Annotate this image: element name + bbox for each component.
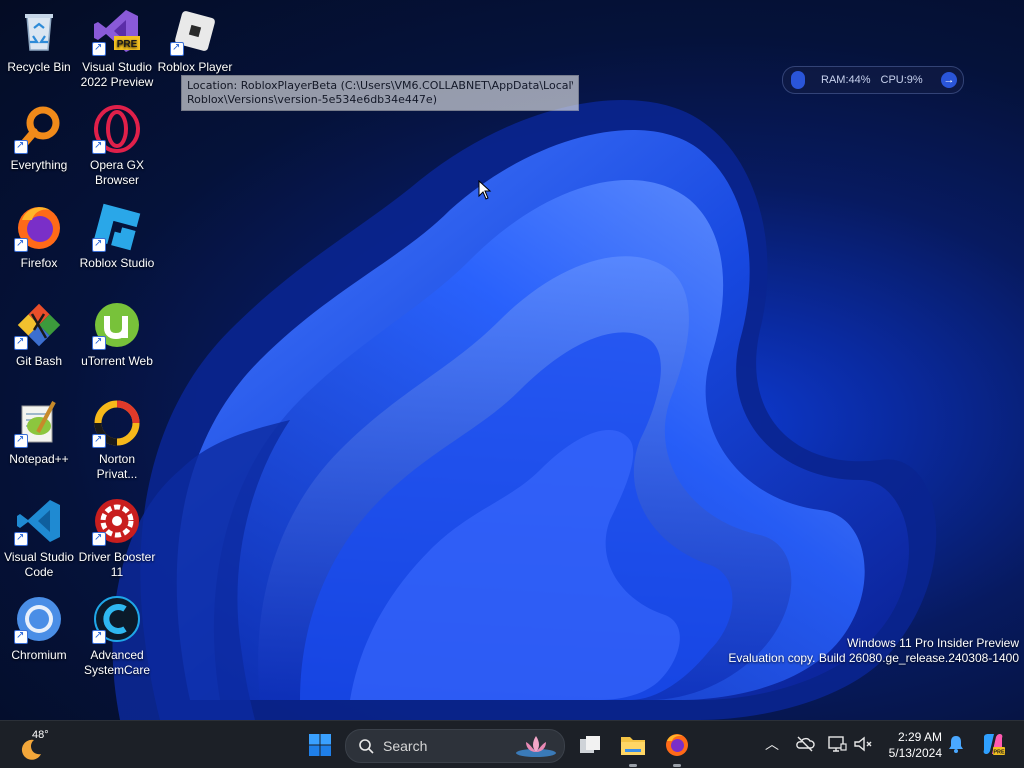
svg-text:PRE: PRE <box>993 750 1005 756</box>
tooltip-line-1: Location: RobloxPlayerBeta (C:\Users\VM6… <box>187 79 573 92</box>
shortcut-location-tooltip: Location: RobloxPlayerBeta (C:\Users\VM6… <box>181 75 579 111</box>
shortcut-arrow-icon <box>92 432 106 448</box>
firefox-icon <box>14 202 64 252</box>
desktop-icon-notepad-plus-plus[interactable]: Notepad++ <box>0 392 78 484</box>
shortcut-arrow-icon <box>14 628 28 644</box>
shortcut-arrow-icon <box>92 40 106 56</box>
copilot-icon[interactable]: PRE <box>980 731 1006 757</box>
desktop-icon-label: Driver Booster 11 <box>78 550 156 579</box>
task-view-icon <box>580 736 600 753</box>
taskbar: 48° Search ︿ 2:29 AM 5/13/2024 PRE <box>0 720 1024 768</box>
tooltip-line-2: Roblox\Versions\version-5e534e6db34e447e… <box>187 93 437 106</box>
desktop-icon-label: Visual Studio Code <box>4 550 74 579</box>
shortcut-arrow-icon <box>14 530 28 546</box>
task-view-button[interactable] <box>572 727 608 763</box>
file-explorer-button[interactable] <box>615 727 651 767</box>
desktop-icon-git-bash[interactable]: Git Bash <box>0 294 78 386</box>
desktop: Recycle Bin PRE Visual Studio 2022 Previ… <box>0 0 1024 720</box>
notification-bell-icon[interactable] <box>945 733 967 755</box>
weather-temperature: 48° <box>32 729 49 741</box>
roblox-studio-icon <box>92 202 142 252</box>
shortcut-arrow-icon <box>14 138 28 154</box>
norton-private-browser-icon <box>92 398 142 448</box>
shortcut-arrow-icon <box>14 334 28 350</box>
volume-muted-icon[interactable] <box>852 733 874 755</box>
cpu-usage: CPU:9% <box>880 74 923 86</box>
desktop-icon-roblox-studio[interactable]: Roblox Studio <box>78 196 156 288</box>
taskbar-clock[interactable]: 2:29 AM 5/13/2024 <box>876 729 942 761</box>
git-bash-icon <box>14 300 64 350</box>
shortcut-arrow-icon <box>92 138 106 154</box>
evaluation-watermark: Windows 11 Pro Insider Preview Evaluatio… <box>728 636 1019 666</box>
arrow-right-icon[interactable]: → <box>941 72 957 88</box>
network-icon[interactable] <box>826 733 848 755</box>
desktop-icon-vscode[interactable]: Visual Studio Code <box>0 490 78 582</box>
windows-logo-icon <box>309 734 331 756</box>
desktop-icon-label: Advanced SystemCare <box>83 648 151 677</box>
mouse-cursor-icon <box>478 180 492 200</box>
desktop-icon-label: Roblox Player <box>157 60 233 74</box>
desktop-icon-advanced-systemcare[interactable]: Advanced SystemCare <box>78 588 156 680</box>
firefox-taskbar-button[interactable] <box>659 727 695 767</box>
desktop-icon-opera-gx[interactable]: Opera GX Browser <box>78 98 156 190</box>
watermark-line-2: Evaluation copy. Build 26080.ge_release.… <box>728 651 1019 665</box>
search-icon <box>359 739 374 754</box>
desktop-icon-everything[interactable]: Everything <box>0 98 78 190</box>
everything-search-icon <box>14 104 64 154</box>
desktop-icon-label: Visual Studio 2022 Preview <box>80 60 154 89</box>
clock-date: 5/13/2024 <box>888 746 942 760</box>
widget-grip-icon <box>791 71 805 89</box>
chevron-up-icon[interactable]: ︿ <box>761 733 783 755</box>
watermark-line-1: Windows 11 Pro Insider Preview <box>847 636 1019 650</box>
start-button[interactable] <box>302 727 338 763</box>
vscode-icon <box>14 496 64 546</box>
shortcut-arrow-icon <box>92 236 106 252</box>
utorrent-icon <box>92 300 142 350</box>
desktop-icon-label: Roblox Studio <box>79 256 155 270</box>
desktop-icon-label: Everything <box>10 158 68 172</box>
running-indicator <box>629 764 637 767</box>
roblox-player-icon <box>170 6 220 56</box>
shortcut-arrow-icon <box>92 530 106 546</box>
shortcut-arrow-icon <box>92 628 106 644</box>
ram-usage: RAM:44% <box>821 74 871 86</box>
shortcut-arrow-icon <box>14 236 28 252</box>
desktop-icon-label: uTorrent Web <box>81 354 153 368</box>
desktop-icon-label: Recycle Bin <box>7 60 71 74</box>
desktop-icon-recycle-bin[interactable]: Recycle Bin <box>0 0 78 92</box>
chromium-icon <box>14 594 64 644</box>
desktop-icon-label: Chromium <box>11 648 67 662</box>
shortcut-arrow-icon <box>92 334 106 350</box>
weather-widget[interactable]: 48° <box>18 727 62 763</box>
notepad-plus-plus-icon <box>14 398 64 448</box>
desktop-icon-chromium[interactable]: Chromium <box>0 588 78 680</box>
desktop-icon-utorrent[interactable]: uTorrent Web <box>78 294 156 386</box>
desktop-icon-label: Firefox <box>20 256 58 270</box>
desktop-icon-label: Norton Privat... <box>96 452 138 481</box>
onedrive-paused-icon[interactable] <box>794 733 816 755</box>
desktop-icon-visual-studio-preview[interactable]: PRE Visual Studio 2022 Preview <box>78 0 156 92</box>
search-placeholder: Search <box>383 738 428 754</box>
desktop-icon-norton-private-browser[interactable]: Norton Privat... <box>78 392 156 484</box>
opera-gx-icon <box>92 104 142 154</box>
recycle-bin-icon <box>14 6 64 56</box>
visual-studio-preview-icon: PRE <box>92 6 142 56</box>
resource-monitor-widget[interactable]: RAM:44% CPU:9% → <box>782 66 964 94</box>
running-indicator <box>673 764 681 767</box>
advanced-systemcare-icon <box>92 594 142 644</box>
driver-booster-icon <box>92 496 142 546</box>
clock-time: 2:29 AM <box>897 730 942 744</box>
desktop-icon-label: Notepad++ <box>9 452 69 466</box>
lotus-highlight-icon <box>516 736 556 757</box>
folder-icon <box>621 737 645 755</box>
desktop-icon-driver-booster[interactable]: Driver Booster 11 <box>78 490 156 582</box>
pre-badge: PRE <box>117 39 138 50</box>
taskbar-search-box[interactable]: Search <box>345 729 565 763</box>
shortcut-arrow-icon <box>14 432 28 448</box>
desktop-icon-label: Opera GX Browser <box>89 158 145 187</box>
firefox-icon <box>666 734 688 756</box>
desktop-icon-label: Git Bash <box>15 354 63 368</box>
shortcut-arrow-icon <box>170 40 184 56</box>
desktop-icon-firefox[interactable]: Firefox <box>0 196 78 288</box>
